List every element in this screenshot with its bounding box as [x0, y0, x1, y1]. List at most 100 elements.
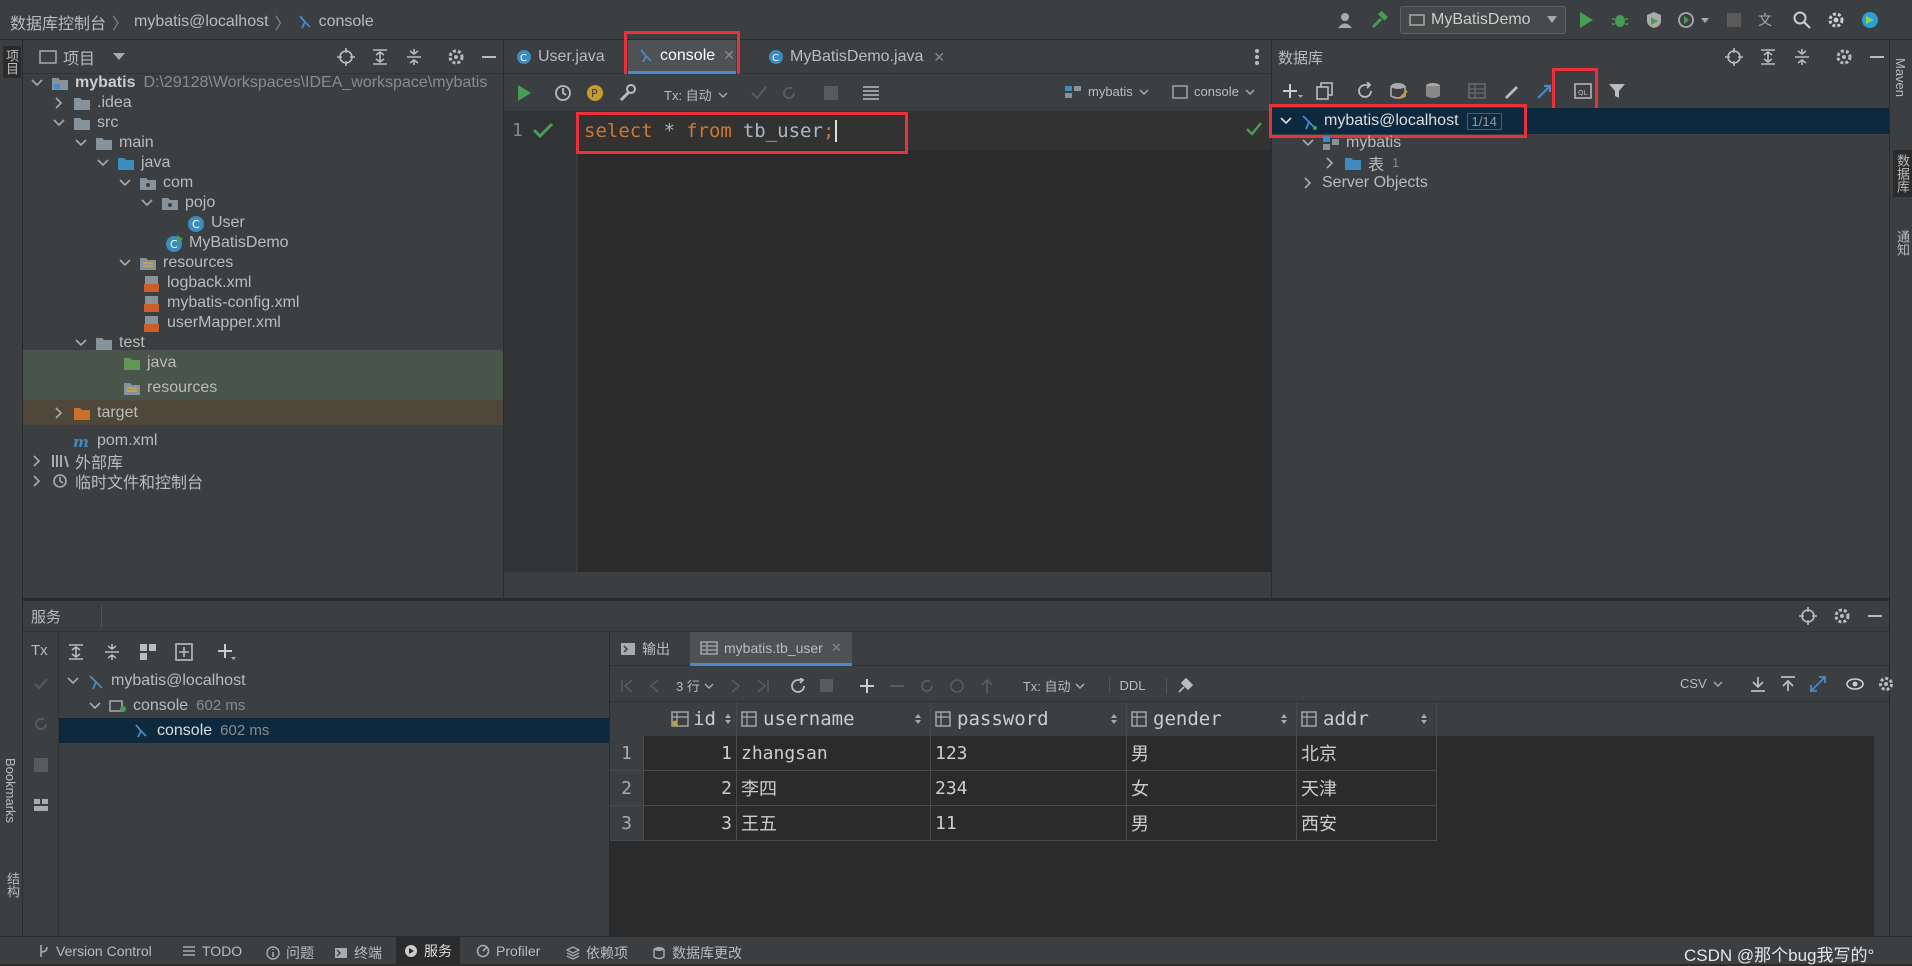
add-icon[interactable]	[217, 642, 237, 662]
preview-icon[interactable]	[949, 678, 965, 694]
cell-addr[interactable]: 西安	[1297, 806, 1437, 841]
execute-icon[interactable]	[516, 84, 532, 102]
database-icon[interactable]	[1424, 82, 1458, 100]
cell-gender[interactable]: 男	[1127, 736, 1297, 771]
prev-page-icon[interactable]	[648, 678, 662, 693]
close-icon[interactable]: ✕	[831, 640, 842, 656]
sort-icon[interactable]	[1280, 713, 1288, 725]
cell-password[interactable]: 234	[931, 771, 1127, 806]
locate-icon[interactable]	[337, 48, 355, 66]
refresh-icon[interactable]	[790, 677, 806, 694]
rollback-icon[interactable]	[33, 716, 49, 732]
filter-icon[interactable]	[1608, 82, 1642, 100]
breadcrumb-datasource[interactable]: mybatis@localhost	[134, 13, 269, 31]
tree-item-svc-console[interactable]: console 602 ms	[59, 718, 633, 743]
sort-icon[interactable]	[1420, 713, 1428, 725]
breadcrumb-console-root[interactable]: 数据库控制台	[10, 10, 106, 34]
coverage-icon[interactable]	[1640, 6, 1668, 34]
toolbox-icon[interactable]	[1856, 6, 1884, 34]
cell-gender[interactable]: 男	[1127, 806, 1297, 841]
status-todo[interactable]: TODO	[182, 943, 242, 959]
tree-item-test-resources[interactable]: resources	[23, 375, 503, 400]
cell-id[interactable]: 3	[644, 806, 737, 841]
tree-item-server-objects[interactable]: Server Objects	[1272, 170, 1889, 195]
profile-icon[interactable]	[1674, 6, 1714, 34]
minimize-icon[interactable]	[1869, 48, 1885, 66]
tab-mybatisdemo-java[interactable]: C MyBatisDemo.java ✕	[758, 40, 955, 74]
column-header-addr[interactable]: addr	[1297, 702, 1437, 736]
gear-icon[interactable]	[1835, 48, 1853, 66]
debug-icon[interactable]	[1606, 6, 1634, 34]
tab-result-table[interactable]: mybatis.tb_user ✕	[690, 632, 852, 666]
wrench-icon[interactable]	[618, 84, 636, 102]
last-page-icon[interactable]	[756, 678, 770, 693]
cell-username[interactable]: 王五	[737, 806, 931, 841]
tool-window-project[interactable]: 项目	[3, 46, 21, 78]
status-terminal[interactable]: 终端	[334, 943, 382, 963]
rollback-icon[interactable]	[780, 84, 798, 102]
minimize-icon[interactable]	[481, 48, 497, 66]
breadcrumb-console[interactable]: console	[319, 13, 374, 31]
session-select[interactable]: console	[1172, 84, 1255, 99]
cell-addr[interactable]: 北京	[1297, 736, 1437, 771]
cell-addr[interactable]: 天津	[1297, 771, 1437, 806]
cell-id[interactable]: 2	[644, 771, 737, 806]
status-db-changes[interactable]: 数据库更改	[652, 943, 742, 963]
cell-password[interactable]: 123	[931, 736, 1127, 771]
tree-item-svc-session[interactable]: console 602 ms	[59, 693, 633, 718]
stop-icon[interactable]	[1720, 6, 1748, 34]
collapse-all-icon[interactable]	[103, 643, 121, 661]
chevron-down-icon[interactable]	[113, 52, 126, 61]
gear-icon[interactable]	[1878, 676, 1894, 692]
new-service-icon[interactable]	[175, 643, 193, 661]
collapse-all-icon[interactable]	[1793, 48, 1811, 66]
settings-gear-icon[interactable]	[1822, 6, 1850, 34]
add-icon[interactable]	[1282, 82, 1316, 100]
sort-icon[interactable]	[1110, 713, 1118, 725]
schema-select[interactable]: mybatis	[1064, 84, 1149, 99]
export-format-select[interactable]: CSV	[1680, 676, 1723, 691]
rows-select[interactable]: 3 行	[676, 676, 714, 695]
refresh-icon[interactable]	[1356, 82, 1390, 100]
cell-id[interactable]: 1	[644, 736, 737, 771]
locate-icon[interactable]	[1799, 607, 1817, 625]
import-icon[interactable]	[1780, 676, 1796, 692]
next-page-icon[interactable]	[728, 678, 742, 693]
gear-icon[interactable]	[447, 48, 465, 66]
layout-icon[interactable]	[33, 798, 49, 812]
build-hammer-icon[interactable]	[1366, 6, 1394, 34]
pin-icon[interactable]	[1165, 677, 1193, 694]
commit-icon[interactable]	[750, 84, 768, 102]
locate-icon[interactable]	[1725, 48, 1743, 66]
tab-console[interactable]: console ✕	[628, 40, 736, 74]
history-icon[interactable]	[554, 84, 572, 102]
status-dependencies[interactable]: 依赖项	[566, 943, 628, 963]
sql-statement[interactable]: select * from tb_user ;	[584, 120, 838, 142]
first-page-icon[interactable]	[620, 678, 634, 693]
run-config-select[interactable]: MyBatisDemo	[1400, 6, 1566, 34]
commit-icon[interactable]	[33, 676, 49, 692]
column-header-password[interactable]: password	[931, 702, 1127, 736]
stop-icon[interactable]	[34, 758, 48, 772]
translate-icon[interactable]: 文	[1754, 6, 1782, 34]
collapse-all-icon[interactable]	[405, 48, 423, 66]
explain-plan-icon[interactable]: P	[586, 84, 604, 102]
cell-gender[interactable]: 女	[1127, 771, 1297, 806]
schema-edit-icon[interactable]	[1390, 82, 1424, 100]
cell-username[interactable]: 李四	[737, 771, 931, 806]
scrollbar-track[interactable]	[1874, 736, 1889, 936]
tool-window-database[interactable]: 数据库	[1893, 150, 1912, 197]
minimize-icon[interactable]	[1867, 607, 1883, 625]
search-icon[interactable]	[1788, 6, 1816, 34]
tool-window-structure[interactable]: 结构	[3, 872, 22, 898]
stop-icon[interactable]	[819, 679, 833, 692]
tool-window-maven[interactable]: Maven	[1893, 58, 1908, 97]
expand-all-icon[interactable]	[67, 643, 85, 661]
tree-item-target[interactable]: target	[23, 400, 503, 425]
submit-icon[interactable]	[979, 678, 995, 694]
cancel-query-icon[interactable]	[824, 86, 838, 100]
duplicate-icon[interactable]	[1316, 82, 1350, 100]
view-icon[interactable]	[1846, 677, 1864, 691]
tab-output[interactable]: 输出	[610, 632, 680, 666]
tx-mode-select[interactable]: Tx: 自动	[1023, 676, 1085, 695]
